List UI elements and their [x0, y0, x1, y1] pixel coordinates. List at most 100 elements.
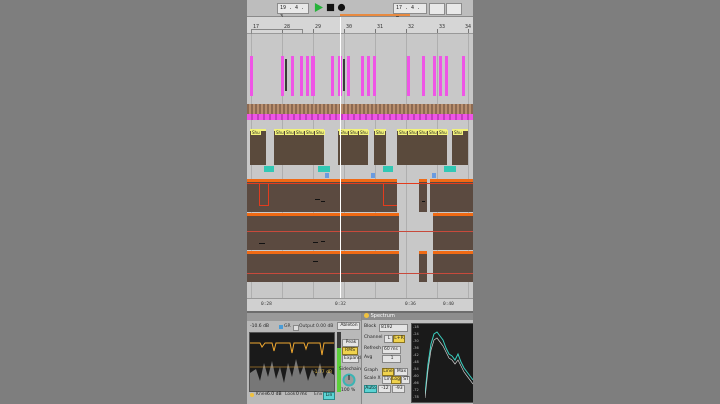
audio-clip[interactable]: Shu — [348, 129, 359, 165]
midi-clip[interactable] — [300, 56, 303, 96]
orange-track-lane[interactable] — [247, 179, 473, 212]
avg-value[interactable]: 1 — [382, 355, 401, 363]
play-icon[interactable] — [314, 3, 323, 12]
audio-clip[interactable] — [433, 251, 473, 282]
ruler-bar-label: 29 — [315, 24, 322, 30]
audio-clip[interactable]: Shu — [314, 129, 325, 165]
playhead[interactable] — [340, 17, 341, 310]
device-power-icon[interactable] — [364, 313, 369, 318]
audio-clip[interactable] — [383, 166, 393, 172]
midi-clip[interactable] — [367, 56, 370, 96]
beat-time-ruler[interactable]: 17 28 29 30 31 32 33 34 — [247, 17, 473, 34]
midi-clip[interactable] — [462, 56, 465, 96]
midi-clip[interactable] — [407, 56, 410, 96]
graph-label: Graph — [364, 368, 378, 373]
midi-track-lane[interactable] — [247, 56, 473, 96]
daw-window: 19 . 4 . 3 17 . 4 . 4 17 28 29 30 31 32 … — [247, 0, 473, 404]
audio-clip[interactable]: Shu — [452, 129, 468, 165]
loop-start-position[interactable]: 17 . 4 . 4 — [393, 3, 427, 20]
block-label: Block — [364, 324, 377, 329]
audio-clip[interactable]: Shu — [417, 129, 428, 165]
audio-clip[interactable] — [419, 251, 427, 282]
arrangement-view[interactable]: Shu Shu Shu Shu Shu Shu Shu Shu Shu Shu … — [247, 34, 473, 310]
midi-clip[interactable] — [422, 56, 425, 96]
audio-clip[interactable]: Shu — [358, 129, 369, 165]
peak-button[interactable]: Peak — [342, 339, 359, 347]
midi-clip[interactable] — [373, 56, 376, 96]
avg-label: Avg — [364, 355, 373, 360]
midi-clip[interactable] — [433, 56, 436, 96]
block-chooser[interactable]: 8192 — [379, 324, 408, 332]
audio-clip[interactable]: Shu — [274, 129, 285, 165]
punch-switch[interactable] — [446, 3, 462, 15]
midi-clip[interactable] — [347, 56, 350, 96]
audio-clip[interactable]: Shu — [374, 129, 386, 165]
stop-icon[interactable] — [326, 3, 335, 12]
midi-clip[interactable] — [445, 56, 448, 96]
channel-lr-button[interactable]: L+R — [393, 335, 405, 343]
dry-wet-knob-icon[interactable] — [342, 373, 356, 387]
cyan-track-lane[interactable] — [247, 165, 473, 173]
orange-track-lane[interactable] — [247, 251, 473, 282]
audio-clip[interactable]: Shu — [437, 129, 448, 165]
audio-clip[interactable]: Shu — [427, 129, 438, 165]
time-mark: 0:36 — [405, 302, 416, 307]
audio-clip[interactable]: Shu — [284, 129, 295, 165]
graph-max-button[interactable]: Max — [394, 368, 408, 376]
audio-track-lane[interactable] — [247, 104, 473, 120]
refresh-value[interactable]: 60 ms — [382, 346, 401, 354]
loop-brace[interactable] — [340, 14, 410, 16]
spectrum-title: Spectrum — [370, 313, 395, 319]
auto-button[interactable]: Auto — [364, 385, 377, 393]
audio-clip[interactable] — [444, 166, 456, 172]
env-lin-button[interactable]: Lin — [323, 392, 335, 400]
gr-toggle[interactable] — [279, 325, 283, 329]
scale-x-log-button[interactable]: Log — [391, 376, 401, 384]
range-max-field[interactable]: -93 — [392, 385, 405, 393]
midi-clip[interactable] — [306, 56, 309, 96]
ruler-bar-label: 30 — [346, 24, 353, 30]
midi-clip[interactable] — [311, 56, 315, 96]
audio-clip[interactable]: Shu — [407, 129, 418, 165]
scale-x-st-button[interactable]: ST — [401, 376, 410, 384]
midi-clip[interactable] — [291, 56, 294, 96]
threshold-value[interactable]: -10.6 dB — [250, 324, 269, 330]
lookahead-value[interactable]: 0 ms — [296, 392, 307, 398]
midi-clip[interactable] — [331, 56, 334, 96]
graph-line-button[interactable]: Line — [382, 368, 394, 376]
midi-clip[interactable] — [250, 56, 253, 96]
time-mark: 0:32 — [335, 302, 346, 307]
range-min-field[interactable]: -12 — [378, 385, 391, 393]
audio-clip[interactable] — [318, 166, 330, 172]
orange-track-lane[interactable] — [247, 213, 473, 250]
record-icon[interactable] — [337, 3, 346, 12]
midi-clip[interactable] — [439, 56, 442, 96]
audio-clip[interactable]: Shu — [304, 129, 315, 165]
compressor-display — [249, 332, 335, 392]
channel-l-button[interactable]: L — [384, 335, 393, 343]
knee-value[interactable]: 6.0 dB — [267, 392, 282, 398]
drum-track-lane[interactable]: Shu Shu Shu Shu Shu Shu Shu Shu Shu Shu … — [247, 129, 473, 165]
ruler-bar-label: 33 — [439, 24, 446, 30]
midi-clip[interactable] — [361, 56, 364, 96]
time-ruler[interactable]: 0:28 0:32 0:36 0:40 — [247, 298, 473, 311]
audio-clip[interactable]: Shu — [397, 129, 408, 165]
gain-value[interactable]: -1.77 dB — [313, 370, 332, 376]
audio-clip[interactable] — [264, 166, 274, 172]
audio-clip[interactable]: Shu — [294, 129, 305, 165]
rms-button[interactable]: RMS — [342, 347, 358, 355]
refresh-label: Refresh — [364, 346, 381, 351]
audio-clip[interactable]: Shu — [250, 129, 266, 165]
dry-wet-value[interactable]: 100 % — [341, 388, 355, 394]
out-value[interactable]: 0.00 dB — [316, 324, 333, 330]
arrangement-position[interactable]: 19 . 4 . 3 — [277, 3, 309, 20]
gr-label: GR — [284, 324, 291, 329]
spectrum-y-axis: -18 -24 -30 -36 -42 -48 -54 -60 -66 -72 … — [413, 325, 419, 399]
audio-clip[interactable] — [247, 251, 399, 282]
time-mark: 0:40 — [443, 302, 454, 307]
midi-clip[interactable] — [281, 56, 284, 96]
loop-switch[interactable] — [429, 3, 445, 15]
mode-chooser[interactable]: Ableton — [337, 322, 360, 330]
expand-button[interactable]: Expand — [342, 355, 361, 363]
env-label: Env — [314, 392, 323, 397]
